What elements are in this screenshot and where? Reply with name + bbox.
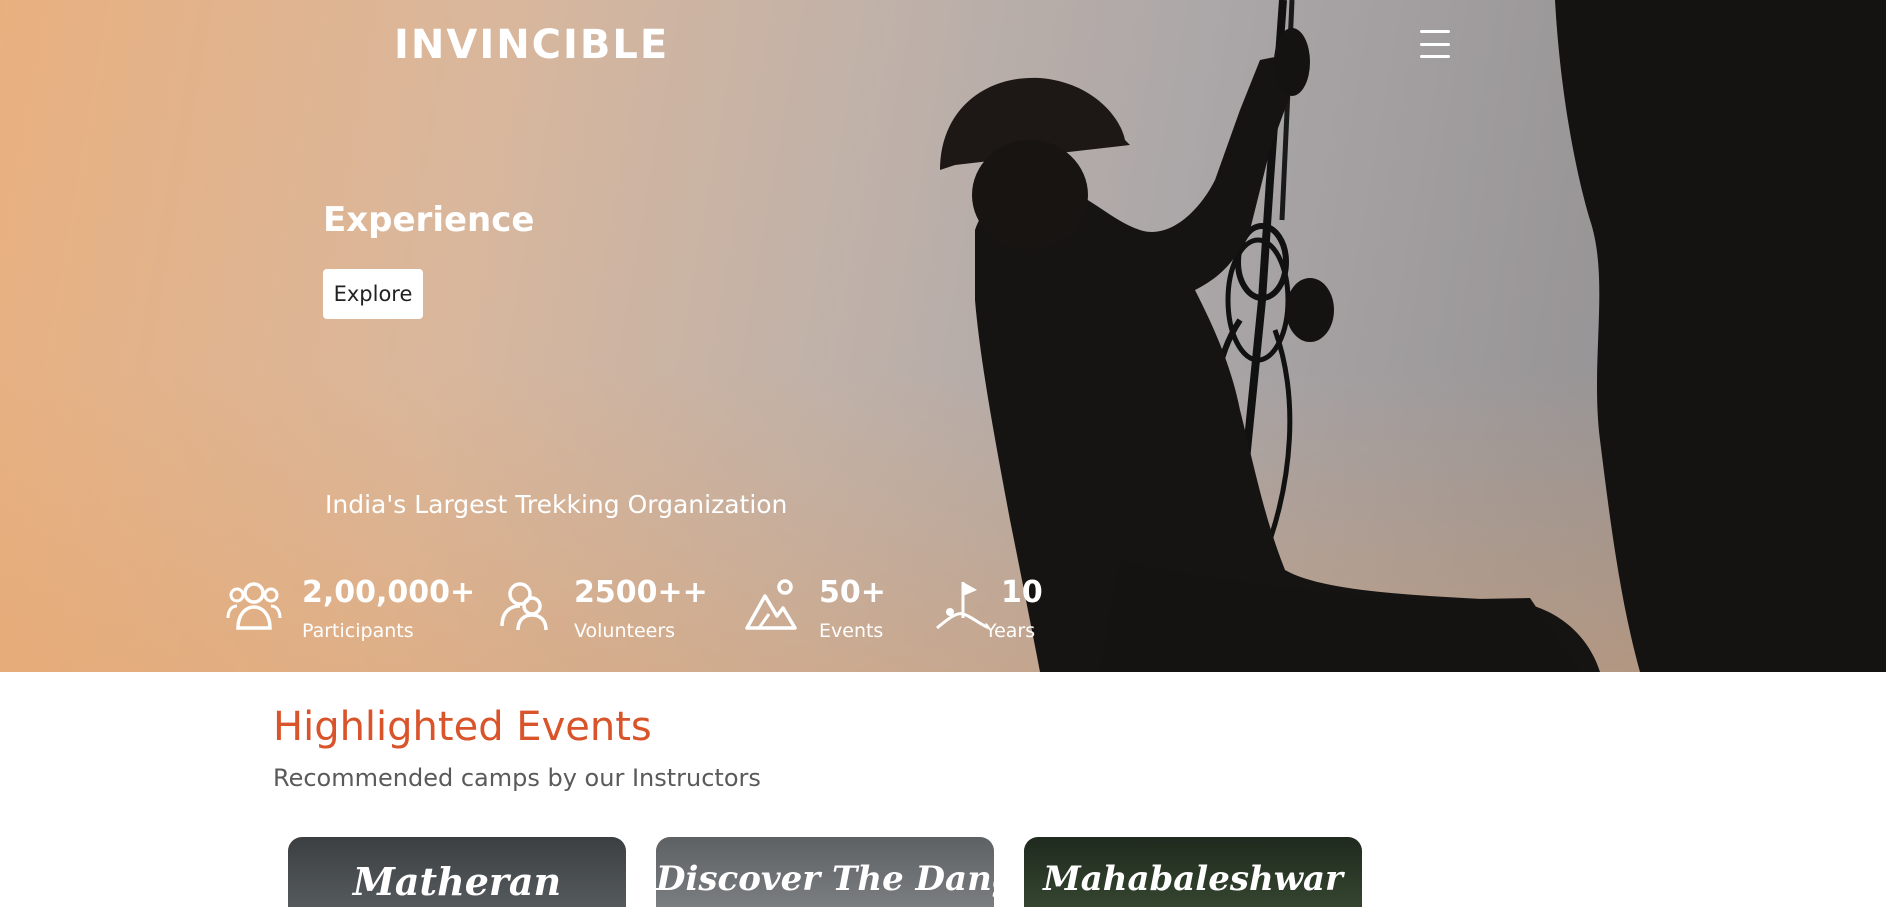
participants-icon (226, 582, 282, 630)
event-card-discover-the-dangs[interactable]: Discover The Dangs (656, 837, 994, 907)
climber-silhouette-image (940, 0, 1886, 672)
hamburger-menu-icon[interactable] (1420, 30, 1450, 58)
event-card-title: Mahabaleshwar (1043, 859, 1343, 899)
event-card-matheran[interactable]: Matheran (288, 837, 626, 907)
stat-label: Participants (302, 620, 414, 642)
stat-value: 10 (1001, 575, 1043, 610)
stat-label: Events (819, 620, 884, 642)
event-card-title: Matheran (352, 859, 562, 904)
stat-volunteers: 2500++ Volunteers (498, 574, 708, 642)
hero-tagline: India's Largest Trekking Organization (325, 490, 788, 519)
event-card-title: Discover The Dangs (656, 859, 994, 899)
stat-label: Years (985, 620, 1036, 642)
flag-years-icon (936, 582, 990, 630)
section-subtitle: Recommended camps by our Instructors (273, 764, 761, 792)
stat-label: Volunteers (574, 620, 676, 642)
stat-value: 2,00,000+ (302, 575, 476, 610)
hero-banner: Invincible Experience Explore India's La… (0, 0, 1886, 672)
hero-title: Experience (323, 200, 535, 240)
section-title: Highlighted Events (273, 704, 652, 750)
stat-value: 50+ (819, 575, 886, 610)
brand-logo[interactable]: Invincible (394, 22, 669, 68)
stat-value: 2500++ (574, 575, 708, 610)
volunteers-icon (500, 582, 548, 631)
stat-events: 50+ Events (743, 574, 886, 642)
mountain-events-icon (745, 579, 797, 630)
explore-button[interactable]: Explore (323, 269, 423, 319)
menu-bar (1420, 42, 1450, 46)
stat-participants: 2,00,000+ Participants (226, 574, 475, 642)
menu-bar (1420, 30, 1450, 33)
event-card-mahabaleshwar[interactable]: Mahabaleshwar (1024, 837, 1362, 907)
menu-bar (1420, 55, 1450, 58)
stat-years: 10 Years (935, 574, 1043, 642)
